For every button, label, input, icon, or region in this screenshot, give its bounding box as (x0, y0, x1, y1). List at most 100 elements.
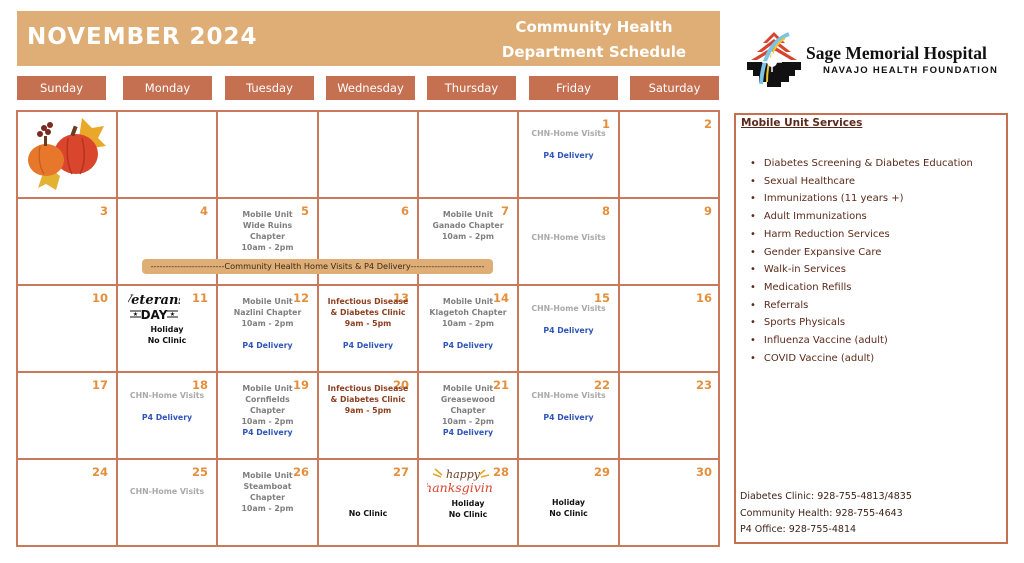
calendar-day-16: 16 (620, 286, 720, 373)
service-item: Referrals (750, 297, 973, 315)
calendar-day-21: 21 Mobile Unit Greasewood Chapter 10am - 2pm… (419, 373, 519, 460)
event-line: Mobile Unit (442, 297, 494, 306)
weekday-header-saturday: Saturday (630, 76, 719, 100)
event-line: 10am - 2pm (241, 504, 294, 513)
p4-delivery-label: P4 Delivery (543, 413, 594, 422)
p4-delivery-label: P4 Delivery (242, 341, 293, 350)
event-line: Mobile Unit (242, 471, 293, 480)
title-bar: NOVEMBER 2024 Community Health Departmen… (17, 11, 720, 66)
event-line: Infectious Disease (327, 297, 409, 306)
day-events: Mobile Unit Nazlini Chapter 10am - 2pm P4 D… (218, 296, 317, 351)
calendar-day-10: 10 (18, 286, 118, 373)
p4-delivery-label: P4 Delivery (543, 326, 594, 335)
calendar-day-15: 15 CHN-Home Visits P4 Delivery (519, 286, 620, 373)
service-item: Immunizations (11 years +) (750, 190, 973, 208)
month-title: NOVEMBER 2024 (27, 24, 258, 50)
service-item: Medication Refills (750, 279, 973, 297)
event-line: Cornfields (245, 395, 290, 404)
day-number: 17 (91, 378, 108, 392)
home-visits-delivery-banner: -------------------------Community Healt… (142, 259, 493, 274)
day-number: 30 (695, 465, 712, 479)
day-number: 16 (695, 291, 712, 305)
p4-delivery-label: P4 Delivery (543, 151, 594, 160)
svg-text:★: ★ (170, 311, 175, 318)
event-line: Greasewood (440, 395, 496, 404)
event-line: 10am - 2pm (241, 319, 294, 328)
weekday-header-monday: Monday (123, 76, 212, 100)
day-number: 9 (703, 204, 712, 218)
calendar-day-17: 17 (18, 373, 118, 460)
event-line: Chapter (250, 493, 285, 502)
service-item: Adult Immunizations (750, 208, 973, 226)
day-events: Mobile Unit Ganado Chapter 10am - 2pm (419, 209, 517, 242)
calendar-day-empty (118, 112, 218, 199)
event-line: Ganado Chapter (432, 221, 504, 230)
event-line: 10am - 2pm (441, 232, 495, 241)
calendar-day-3: 3 (18, 199, 118, 286)
calendar-day-20: 20 Infectious Disease & Diabetes Clinic 9am… (319, 373, 419, 460)
event-line: Wide Ruins (242, 221, 293, 230)
day-events: Holiday No Clinic (118, 324, 216, 346)
event-line: Klagetoh Chapter (429, 308, 507, 317)
weekday-header-sunday: Sunday (17, 76, 106, 100)
day-events: Holiday No Clinic (519, 475, 618, 519)
day-events: Mobile Unit Cornfields Chapter 10am - 2pm P4… (218, 383, 317, 438)
day-events: Mobile Unit Steamboat Chapter 10am - 2pm (218, 470, 317, 514)
calendar-day-13: 13 Infectious Disease & Diabetes Clinic 9am… (319, 286, 419, 373)
mobile-unit-services-panel: Mobile Unit Services Diabetes Screening … (734, 113, 1008, 544)
p4-delivery-label: P4 Delivery (342, 341, 394, 350)
hospital-logo: Sage Memorial Hospital NAVAJO HEALTH FOU… (745, 30, 1005, 90)
day-number: 4 (199, 204, 208, 218)
svg-text:thanksgiving: thanksgiving (427, 480, 493, 495)
calendar-day-30: 30 (620, 460, 720, 547)
holiday-label: Holiday (451, 499, 485, 508)
contact-line: P4 Office: 928-755-4814 (740, 524, 857, 535)
service-item: Influenza Vaccine (adult) (750, 332, 973, 350)
hospital-subtitle: NAVAJO HEALTH FOUNDATION (823, 65, 999, 76)
calendar-day-28: 28happythanksgivingHoliday No Clinic (419, 460, 519, 547)
services-title: Mobile Unit Services (741, 117, 863, 129)
day-number: 28 (492, 465, 509, 479)
calendar-day-12: 12 Mobile Unit Nazlini Chapter 10am - 2pm P4… (218, 286, 319, 373)
calendar-day-24: 24 (18, 460, 118, 547)
event-line: & Diabetes Clinic (330, 395, 406, 404)
event-line: Mobile Unit (242, 210, 293, 219)
home-visits-label: CHN-Home Visits (531, 391, 606, 400)
service-item: Sports Physicals (750, 314, 973, 332)
event-line: Mobile Unit (242, 384, 293, 393)
event-line: Mobile Unit (442, 384, 494, 393)
calendar-day-1: 1 CHN-Home Visits P4 Delivery (519, 112, 620, 199)
home-visits-label: CHN-Home Visits (531, 129, 606, 138)
day-number: 3 (99, 204, 108, 218)
home-visits-label: CHN-Home Visits (531, 233, 606, 242)
event-line: Mobile Unit (442, 210, 494, 219)
calendar-grid: 1 CHN-Home Visits P4 Delivery 2 3 4 5 Mobile Un… (16, 110, 720, 547)
calendar-day-18: 18 CHN-Home Visits P4 Delivery (118, 373, 218, 460)
day-events: CHN-Home Visits (519, 232, 618, 243)
day-number: 10 (91, 291, 108, 305)
service-item: Sexual Healthcare (750, 173, 973, 191)
service-item: Walk-in Services (750, 261, 973, 279)
department-title-line-1: Community Health (515, 18, 673, 36)
home-visits-label: CHN-Home Visits (531, 304, 606, 313)
event-line: Chapter (250, 232, 285, 241)
day-number: 23 (695, 378, 712, 392)
weekday-header-wednesday: Wednesday (326, 76, 415, 100)
day-events: Mobile Unit Greasewood Chapter 10am - 2pm P4… (419, 383, 517, 438)
calendar-day-19: 19 Mobile Unit Cornfields Chapter 10am - 2pm… (218, 373, 319, 460)
day-events: CHN-Home Visits P4 Delivery (519, 390, 618, 423)
calendar-day-empty (419, 112, 519, 199)
calendar-day-9: 9 (620, 199, 720, 286)
calendar-day-23: 23 (620, 373, 720, 460)
event-line: Chapter (250, 406, 285, 415)
weekday-header-friday: Friday (529, 76, 618, 100)
happy-thanksgiving-icon: happythanksgiving (419, 466, 501, 502)
